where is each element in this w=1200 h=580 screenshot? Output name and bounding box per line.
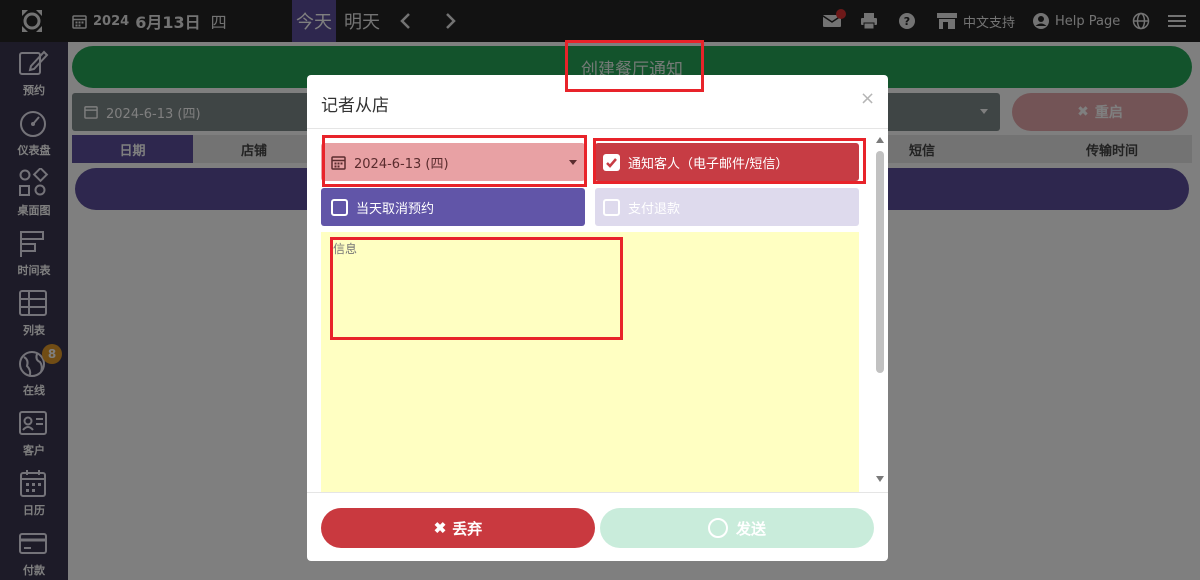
modal-header: 记者从店 × [307, 75, 888, 129]
refund-payment-checkbox[interactable]: 支付退款 [595, 188, 859, 226]
discard-button[interactable]: ✖ 丢弃 [321, 508, 595, 548]
cancel-same-day-checkbox[interactable]: 当天取消预约 [321, 188, 585, 226]
send-label: 发送 [735, 520, 766, 538]
discard-label: 丢弃 [452, 520, 483, 538]
notify-guests-checkbox[interactable]: 通知客人（电子邮件/短信） [595, 143, 859, 181]
send-button[interactable]: 发送 [600, 508, 874, 548]
modal-title: 记者从店 [321, 96, 389, 116]
refund-payment-label: 支付退款 [628, 201, 681, 217]
cancel-same-day-label: 当天取消预约 [356, 201, 435, 217]
caret-down-icon [569, 160, 577, 165]
notify-guests-label: 通知客人（电子邮件/短信） [628, 156, 789, 172]
checkbox-unchecked-icon [331, 198, 348, 216]
scrollbar-thumb[interactable] [876, 151, 884, 373]
modal-body: 2024-6-13 (四) 通知客人（电子邮件/短信） 当天取消预约 支付退款 [307, 130, 888, 492]
scroll-down-arrow-icon[interactable] [876, 476, 884, 482]
circle-icon [707, 518, 728, 538]
notice-modal: 记者从店 × 2024-6-13 (四) 通知客人（电子邮件/短信） 当天取消预… [307, 75, 888, 561]
modal-footer: ✖ 丢弃 发送 [307, 492, 888, 561]
notice-date-value: 2024-6-13 (四) [354, 156, 449, 172]
close-icon[interactable]: × [860, 88, 875, 109]
checkbox-unchecked-icon [603, 198, 620, 216]
calendar-icon [331, 155, 346, 170]
close-icon: ✖ [433, 520, 447, 537]
message-input[interactable] [321, 232, 859, 492]
checkbox-checked-icon [603, 153, 620, 171]
scroll-up-arrow-icon[interactable] [876, 137, 884, 143]
notice-date-select[interactable]: 2024-6-13 (四) [321, 143, 585, 181]
